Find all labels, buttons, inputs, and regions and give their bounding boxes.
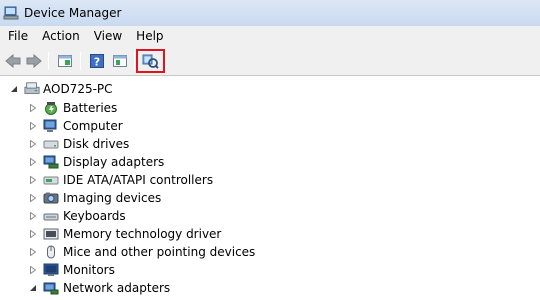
- svg-text:?: ?: [94, 56, 100, 69]
- expand-triangle-icon[interactable]: [28, 135, 38, 153]
- tree-item-label: Imaging devices: [63, 191, 162, 205]
- computer-icon: [43, 118, 59, 134]
- tree-item-ide-controllers[interactable]: IDE ATA/ATAPI controllers: [28, 171, 213, 189]
- tree-item-label: Memory technology driver: [63, 227, 222, 241]
- tree-item-batteries[interactable]: Batteries: [28, 99, 117, 117]
- mouse-icon: [43, 244, 59, 260]
- tree-item-memory-technology-driver[interactable]: Memory technology driver: [28, 225, 221, 243]
- menu-action[interactable]: Action: [35, 26, 87, 46]
- help-icon[interactable]: ?: [87, 51, 107, 71]
- network-adapter-icon: [43, 280, 59, 296]
- properties-icon[interactable]: [55, 51, 75, 71]
- tree-item-label: Network adapters: [63, 281, 171, 295]
- menu-view[interactable]: View: [87, 26, 129, 46]
- device-tree: AOD725-PC Batteries Computer Disk drives…: [0, 77, 540, 300]
- collapse-triangle-icon[interactable]: [9, 80, 19, 98]
- toolbar-separator: [80, 52, 81, 70]
- device-manager-icon: [3, 5, 19, 21]
- window-title: Device Manager: [24, 6, 122, 20]
- forward-arrow-icon[interactable]: [24, 51, 44, 71]
- tree-item-label: Monitors: [63, 263, 115, 277]
- tree-item-label: IDE ATA/ATAPI controllers: [63, 173, 214, 187]
- tree-item-label: Computer: [63, 119, 123, 133]
- tree-item-label: Display adapters: [63, 155, 165, 169]
- imaging-device-icon: [43, 190, 59, 206]
- tree-item-label: Mice and other pointing devices: [63, 245, 256, 259]
- disk-drive-icon: [43, 136, 59, 152]
- toolbar-separator: [134, 52, 135, 70]
- expand-triangle-icon[interactable]: [28, 243, 38, 261]
- expand-triangle-icon[interactable]: [28, 189, 38, 207]
- tree-item-computer[interactable]: Computer: [28, 117, 123, 135]
- back-arrow-icon[interactable]: [3, 51, 23, 71]
- toolbar: ?: [0, 46, 540, 76]
- battery-icon: [43, 100, 59, 116]
- tree-item-disk-drives[interactable]: Disk drives: [28, 135, 129, 153]
- ide-controller-icon: [43, 172, 59, 188]
- expand-triangle-icon[interactable]: [28, 225, 38, 243]
- root-label: AOD725-PC: [43, 82, 113, 96]
- tree-item-label: Keyboards: [63, 209, 126, 223]
- tree-item-label: Batteries: [63, 101, 118, 115]
- toolbar-separator: [48, 52, 49, 70]
- expand-triangle-icon[interactable]: [28, 117, 38, 135]
- tree-item-mice[interactable]: Mice and other pointing devices: [28, 243, 255, 261]
- tree-item-display-adapters[interactable]: Display adapters: [28, 153, 164, 171]
- tree-item-monitors[interactable]: Monitors: [28, 261, 115, 279]
- tree-item-label: Disk drives: [63, 137, 130, 151]
- monitor-icon: [43, 262, 59, 278]
- tree-root[interactable]: AOD725-PC: [9, 80, 113, 98]
- expand-triangle-icon[interactable]: [28, 99, 38, 117]
- tree-item-network-adapters[interactable]: Network adapters: [28, 279, 170, 297]
- scan-for-hardware-changes-icon[interactable]: [140, 51, 160, 71]
- display-adapter-icon: [43, 154, 59, 170]
- title-bar: Device Manager: [0, 0, 540, 26]
- update-driver-icon[interactable]: [110, 51, 130, 71]
- menu-bar: File Action View Help: [0, 26, 540, 46]
- expand-triangle-icon[interactable]: [28, 171, 38, 189]
- computer-icon: [24, 81, 40, 97]
- memory-chip-icon: [43, 226, 59, 242]
- tree-item-keyboards[interactable]: Keyboards: [28, 207, 126, 225]
- expand-triangle-icon[interactable]: [28, 261, 38, 279]
- expand-triangle-icon[interactable]: [28, 207, 38, 225]
- tree-item-imaging-devices[interactable]: Imaging devices: [28, 189, 161, 207]
- menu-help[interactable]: Help: [129, 26, 170, 46]
- expand-triangle-icon[interactable]: [28, 153, 38, 171]
- keyboard-icon: [43, 208, 59, 224]
- menu-file[interactable]: File: [0, 26, 35, 46]
- collapse-triangle-icon[interactable]: [28, 279, 38, 297]
